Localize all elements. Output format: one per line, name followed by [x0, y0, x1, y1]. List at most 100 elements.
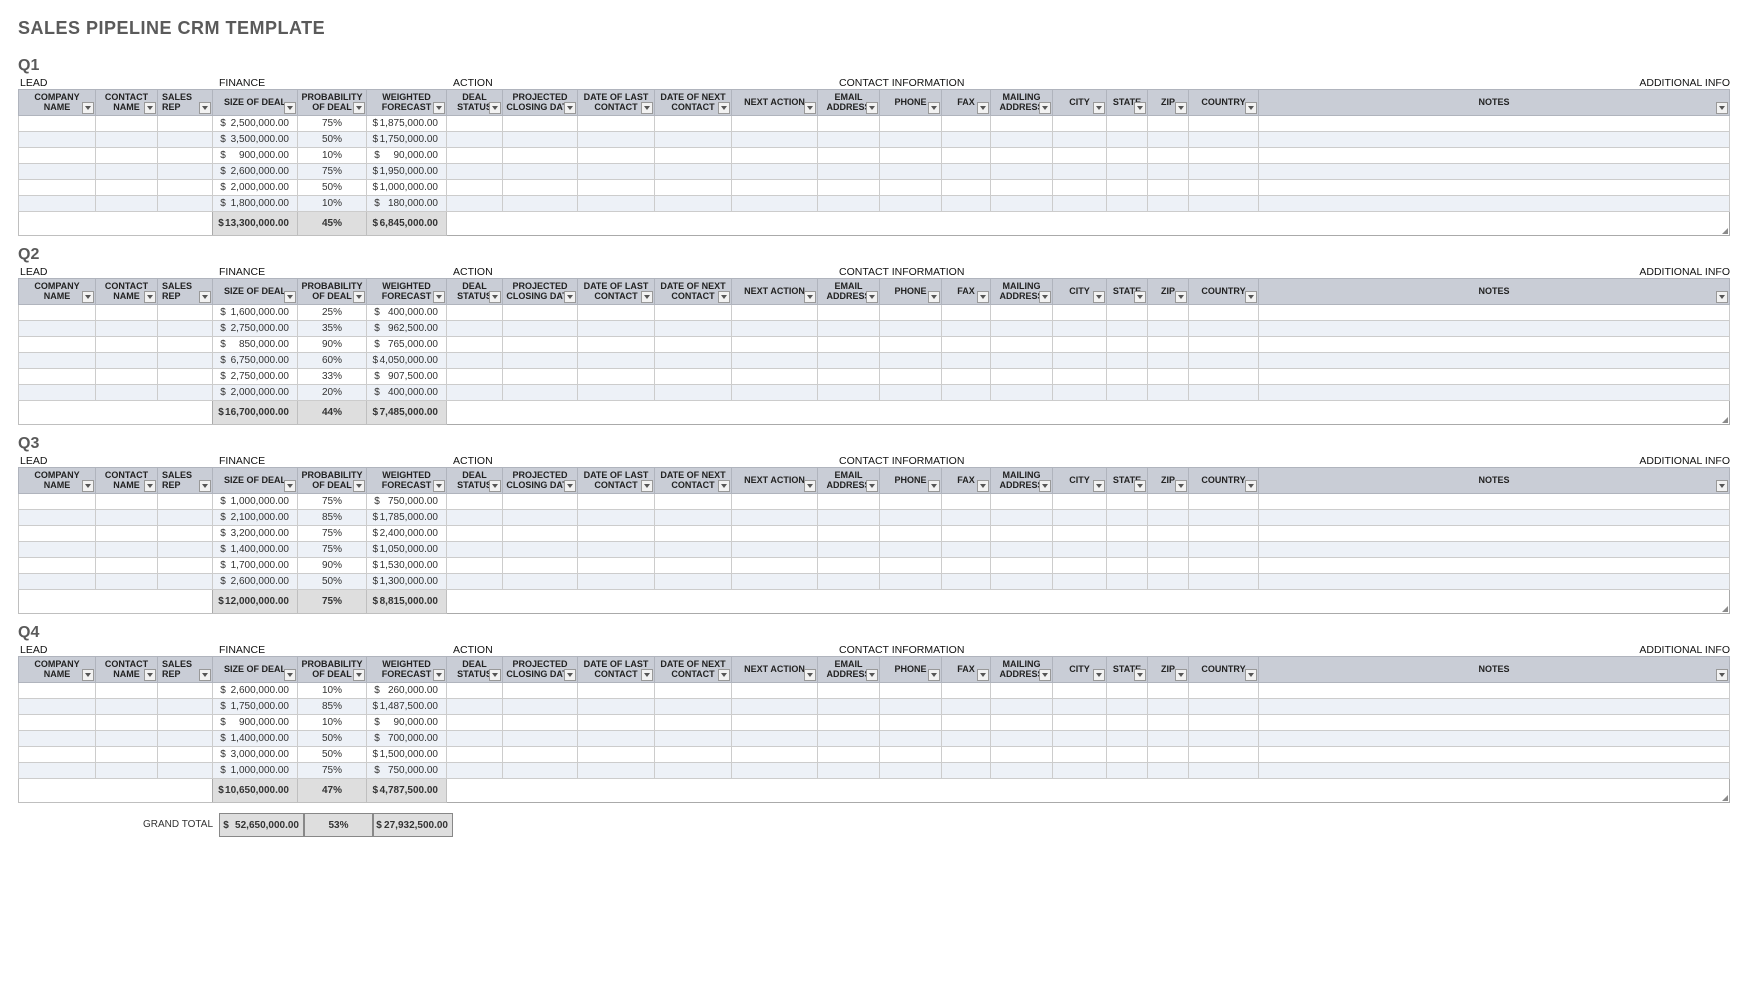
cell-size[interactable]: $1,000,000.00 [213, 494, 298, 510]
col-header[interactable]: PROBABILITY OF DEAL [298, 657, 367, 683]
col-header[interactable]: NEXT ACTION [732, 468, 818, 494]
cell-empty[interactable] [1259, 305, 1730, 321]
cell-empty[interactable] [447, 337, 503, 353]
col-header[interactable]: DEAL STATUS [447, 90, 503, 116]
cell-company[interactable] [19, 180, 96, 196]
cell-prob[interactable]: 50% [298, 747, 367, 763]
cell-empty[interactable] [732, 164, 818, 180]
cell-empty[interactable] [942, 148, 991, 164]
cell-company[interactable] [19, 132, 96, 148]
col-header[interactable]: DEAL STATUS [447, 279, 503, 305]
cell-empty[interactable] [1107, 683, 1148, 699]
cell-empty[interactable] [655, 683, 732, 699]
col-header[interactable]: CITY [1053, 90, 1107, 116]
cell-empty[interactable] [1053, 763, 1107, 779]
cell-empty[interactable] [991, 305, 1053, 321]
filter-dropdown-icon[interactable] [928, 102, 940, 114]
filter-dropdown-icon[interactable] [977, 291, 989, 303]
cell-empty[interactable] [503, 337, 578, 353]
cell-empty[interactable] [655, 574, 732, 590]
cell-empty[interactable] [1148, 558, 1189, 574]
cell-empty[interactable] [1053, 353, 1107, 369]
cell-size[interactable]: $1,750,000.00 [213, 699, 298, 715]
cell-empty[interactable] [818, 715, 880, 731]
cell-empty[interactable] [880, 385, 942, 401]
filter-dropdown-icon[interactable] [1245, 291, 1257, 303]
cell-empty[interactable] [880, 196, 942, 212]
cell-empty[interactable] [1189, 116, 1259, 132]
cell-company[interactable] [19, 715, 96, 731]
filter-dropdown-icon[interactable] [1716, 102, 1728, 114]
cell-empty[interactable] [991, 196, 1053, 212]
cell-empty[interactable] [1107, 353, 1148, 369]
cell-empty[interactable] [942, 574, 991, 590]
cell-empty[interactable] [655, 305, 732, 321]
cell-empty[interactable] [880, 763, 942, 779]
cell-empty[interactable] [732, 747, 818, 763]
cell-empty[interactable] [1107, 148, 1148, 164]
cell-rep[interactable] [158, 353, 213, 369]
cell-empty[interactable] [447, 683, 503, 699]
cell-empty[interactable] [578, 699, 655, 715]
cell-empty[interactable] [1053, 542, 1107, 558]
col-header[interactable]: STATE [1107, 279, 1148, 305]
cell-empty[interactable] [447, 321, 503, 337]
cell-rep[interactable] [158, 683, 213, 699]
cell-empty[interactable] [942, 731, 991, 747]
cell-prob[interactable]: 75% [298, 763, 367, 779]
col-header[interactable]: CITY [1053, 279, 1107, 305]
filter-dropdown-icon[interactable] [718, 291, 730, 303]
notes-textarea[interactable] [447, 401, 1729, 421]
cell-prob[interactable]: 20% [298, 385, 367, 401]
col-header[interactable]: PROJECTED CLOSING DATE [503, 90, 578, 116]
cell-rep[interactable] [158, 763, 213, 779]
cell-company[interactable] [19, 731, 96, 747]
cell-empty[interactable] [1107, 132, 1148, 148]
col-header[interactable]: DATE OF NEXT CONTACT [655, 279, 732, 305]
col-header[interactable]: MAILING ADDRESS [991, 657, 1053, 683]
cell-empty[interactable] [942, 542, 991, 558]
cell-empty[interactable] [1189, 699, 1259, 715]
resize-handle-icon[interactable] [1722, 795, 1728, 801]
cell-empty[interactable] [447, 180, 503, 196]
cell-contact[interactable] [96, 747, 158, 763]
cell-empty[interactable] [503, 715, 578, 731]
filter-dropdown-icon[interactable] [1175, 291, 1187, 303]
cell-company[interactable] [19, 353, 96, 369]
filter-dropdown-icon[interactable] [718, 480, 730, 492]
col-header[interactable]: SALES REP [158, 657, 213, 683]
filter-dropdown-icon[interactable] [1245, 102, 1257, 114]
cell-size[interactable]: $1,400,000.00 [213, 542, 298, 558]
cell-empty[interactable] [1189, 574, 1259, 590]
cell-empty[interactable] [1189, 558, 1259, 574]
cell-empty[interactable] [503, 148, 578, 164]
cell-empty[interactable] [818, 683, 880, 699]
cell-prob[interactable]: 50% [298, 731, 367, 747]
cell-empty[interactable] [578, 385, 655, 401]
cell-forecast[interactable]: $700,000.00 [367, 731, 447, 747]
cell-empty[interactable] [991, 385, 1053, 401]
cell-forecast[interactable]: $907,500.00 [367, 369, 447, 385]
col-header[interactable]: NEXT ACTION [732, 279, 818, 305]
cell-empty[interactable] [1259, 574, 1730, 590]
cell-empty[interactable] [1148, 715, 1189, 731]
filter-dropdown-icon[interactable] [284, 480, 296, 492]
cell-empty[interactable] [503, 494, 578, 510]
filter-dropdown-icon[interactable] [1716, 291, 1728, 303]
cell-empty[interactable] [1189, 148, 1259, 164]
col-header[interactable]: STATE [1107, 90, 1148, 116]
cell-empty[interactable] [447, 558, 503, 574]
cell-empty[interactable] [503, 731, 578, 747]
cell-empty[interactable] [991, 542, 1053, 558]
cell-size[interactable]: $2,500,000.00 [213, 116, 298, 132]
col-header[interactable]: COUNTRY [1189, 657, 1259, 683]
col-header[interactable]: DATE OF LAST CONTACT [578, 657, 655, 683]
col-header[interactable]: SIZE OF DEAL [213, 657, 298, 683]
cell-empty[interactable] [1259, 180, 1730, 196]
cell-rep[interactable] [158, 558, 213, 574]
cell-forecast[interactable]: $1,500,000.00 [367, 747, 447, 763]
cell-empty[interactable] [991, 574, 1053, 590]
filter-dropdown-icon[interactable] [199, 102, 211, 114]
cell-empty[interactable] [1053, 321, 1107, 337]
cell-empty[interactable] [1259, 763, 1730, 779]
